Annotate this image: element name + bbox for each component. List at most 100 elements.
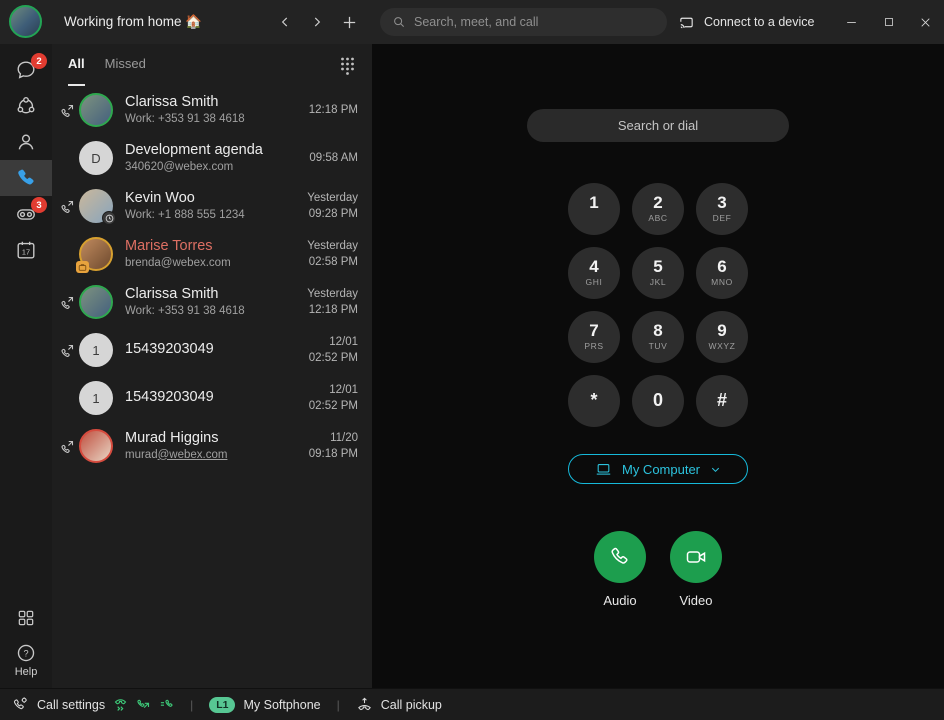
video-call-label: Video xyxy=(679,593,712,608)
row-text: Clarissa SmithWork: +353 91 38 4618 xyxy=(125,286,299,318)
call-history-row[interactable]: DDevelopment agenda340620@webex.com09:58… xyxy=(52,134,372,182)
chevron-down-icon xyxy=(710,464,721,475)
maximize-icon xyxy=(883,16,895,28)
voicemail-badge: 3 xyxy=(31,197,47,213)
call-timestamp: 11/2009:18 PM xyxy=(309,430,358,462)
dialpad-key-0[interactable]: 0 xyxy=(632,375,684,427)
row-text: Development agenda340620@webex.com xyxy=(125,142,301,174)
apps-grid-icon xyxy=(16,608,36,628)
call-history-row[interactable]: Murad Higginsmurad@webex.com11/2009:18 P… xyxy=(52,422,372,470)
avatar xyxy=(79,189,113,223)
sidebar-item-calling[interactable] xyxy=(0,160,52,196)
row-text: 15439203049 xyxy=(125,389,301,406)
call-timestamp: 09:58 AM xyxy=(309,150,358,166)
close-button[interactable] xyxy=(906,0,944,44)
connect-to-device-button[interactable]: Connect to a device xyxy=(678,0,815,44)
dialpad-key-5[interactable]: 5JKL xyxy=(632,247,684,299)
row-text: Kevin WooWork: +1 888 555 1234 xyxy=(125,190,299,222)
sidebar-item-messaging[interactable]: 2 xyxy=(0,52,52,88)
caller-name: Development agenda xyxy=(125,142,301,159)
back-button[interactable] xyxy=(272,10,298,34)
call-history-row[interactable]: 1 15439203049 12/0102:52 PM xyxy=(52,374,372,422)
dialpad-key-2[interactable]: 2ABC xyxy=(632,183,684,235)
dialpad-panel: Search or dial 12ABC3DEF 4GHI5JKL6MNO 7PRS… xyxy=(372,44,944,688)
call-history-tabbar: All Missed xyxy=(52,44,372,86)
calendar-icon: 17 xyxy=(15,239,37,261)
sidebar-item-contacts[interactable] xyxy=(0,124,52,160)
call-park-icon xyxy=(136,697,151,712)
global-search-placeholder: Search, meet, and call xyxy=(414,15,538,29)
call-timestamp: 12:18 PM xyxy=(309,102,358,118)
line-status-icon xyxy=(159,697,174,712)
sidebar-item-voicemail[interactable]: 3 xyxy=(0,196,52,232)
dial-keypad: 12ABC3DEF 4GHI5JKL6MNO 7PRS8TUV9WXYZ *0# xyxy=(568,183,748,427)
dialpad-key-7[interactable]: 7PRS xyxy=(568,311,620,363)
row-text: Clarissa SmithWork: +353 91 38 4618 xyxy=(125,94,301,126)
main-area: 2 xyxy=(0,44,944,688)
maximize-button[interactable] xyxy=(870,0,908,44)
sidebar-item-apps[interactable] xyxy=(0,600,52,636)
dialpad-key-9[interactable]: 9WXYZ xyxy=(696,311,748,363)
call-history-row[interactable]: Clarissa SmithWork: +353 91 38 4618 12:18… xyxy=(52,86,372,134)
laptop-icon xyxy=(595,462,612,477)
call-timestamp: Yesterday12:18 PM xyxy=(307,286,358,318)
avatar: 1 xyxy=(79,381,113,415)
audio-call-label: Audio xyxy=(603,593,636,608)
dialpad-key-8[interactable]: 8TUV xyxy=(632,311,684,363)
dialpad-key-3[interactable]: 3DEF xyxy=(696,183,748,235)
sidebar-item-help[interactable]: ? Help xyxy=(0,636,52,688)
forward-button[interactable] xyxy=(304,10,330,34)
line-selector[interactable]: L1 My Softphone xyxy=(209,697,320,713)
dialpad-key-1[interactable]: 1 xyxy=(568,183,620,235)
caller-name: Clarissa Smith xyxy=(125,94,301,111)
avatar xyxy=(79,237,113,271)
caller-name: Marise Torres xyxy=(125,238,299,255)
search-or-dial-placeholder: Search or dial xyxy=(618,118,698,133)
call-settings-button[interactable]: Call settings xyxy=(12,696,105,713)
profile-avatar[interactable] xyxy=(9,5,42,38)
teams-icon xyxy=(15,95,37,117)
dialpad-key-*[interactable]: * xyxy=(568,375,620,427)
call-history-row[interactable]: 11543920304912/0102:52 PM xyxy=(52,326,372,374)
call-pickup-button[interactable]: Call pickup xyxy=(356,696,442,713)
caller-detail: 340620@webex.com xyxy=(125,160,301,174)
call-timestamp: 12/0102:52 PM xyxy=(309,382,358,414)
dialpad-key-4[interactable]: 4GHI xyxy=(568,247,620,299)
caller-detail: Work: +353 91 38 4618 xyxy=(125,112,301,126)
dialpad-key-6[interactable]: 6MNO xyxy=(696,247,748,299)
video-camera-icon xyxy=(684,545,708,569)
call-timestamp: 12/0102:52 PM xyxy=(309,334,358,366)
call-history-row[interactable]: Kevin WooWork: +1 888 555 1234Yesterday0… xyxy=(52,182,372,230)
call-settings-icon xyxy=(12,696,29,713)
call-forward-icon xyxy=(113,697,128,712)
tab-all[interactable]: All xyxy=(68,44,85,86)
sidebar-item-teams[interactable] xyxy=(0,88,52,124)
outgoing-call-icon xyxy=(58,103,77,118)
global-search-input[interactable]: Search, meet, and call xyxy=(380,8,667,36)
video-call-button[interactable]: Video xyxy=(670,531,722,608)
call-history-row[interactable]: Clarissa SmithWork: +353 91 38 4618Yeste… xyxy=(52,278,372,326)
sidebar-item-meetings[interactable]: 17 xyxy=(0,232,52,268)
minimize-button[interactable] xyxy=(832,0,870,44)
call-actions: Audio Video xyxy=(594,531,722,608)
call-history-row[interactable]: Marise Torresbrenda@webex.com Yesterday02… xyxy=(52,230,372,278)
line-badge: L1 xyxy=(209,697,235,713)
search-or-dial-input[interactable]: Search or dial xyxy=(527,109,789,142)
caller-detail: Work: +353 91 38 4618 xyxy=(125,304,299,318)
tab-missed[interactable]: Missed xyxy=(105,44,146,86)
caller-detail: brenda@webex.com xyxy=(125,256,299,270)
audio-call-button[interactable]: Audio xyxy=(594,531,646,608)
caller-detail: murad@webex.com xyxy=(125,448,301,462)
chevron-right-icon xyxy=(310,15,324,29)
avatar: 1 xyxy=(79,333,113,367)
dialpad-key-#[interactable]: # xyxy=(696,375,748,427)
search-icon xyxy=(392,15,406,29)
call-timestamp: Yesterday02:58 PM xyxy=(307,238,358,270)
caller-detail: Work: +1 888 555 1234 xyxy=(125,208,299,222)
keypad-toggle-icon[interactable] xyxy=(339,56,356,75)
caller-name: Kevin Woo xyxy=(125,190,299,207)
add-button[interactable] xyxy=(336,10,362,34)
close-icon xyxy=(919,16,932,29)
device-selector[interactable]: My Computer xyxy=(568,454,748,484)
device-selector-label: My Computer xyxy=(622,462,700,477)
